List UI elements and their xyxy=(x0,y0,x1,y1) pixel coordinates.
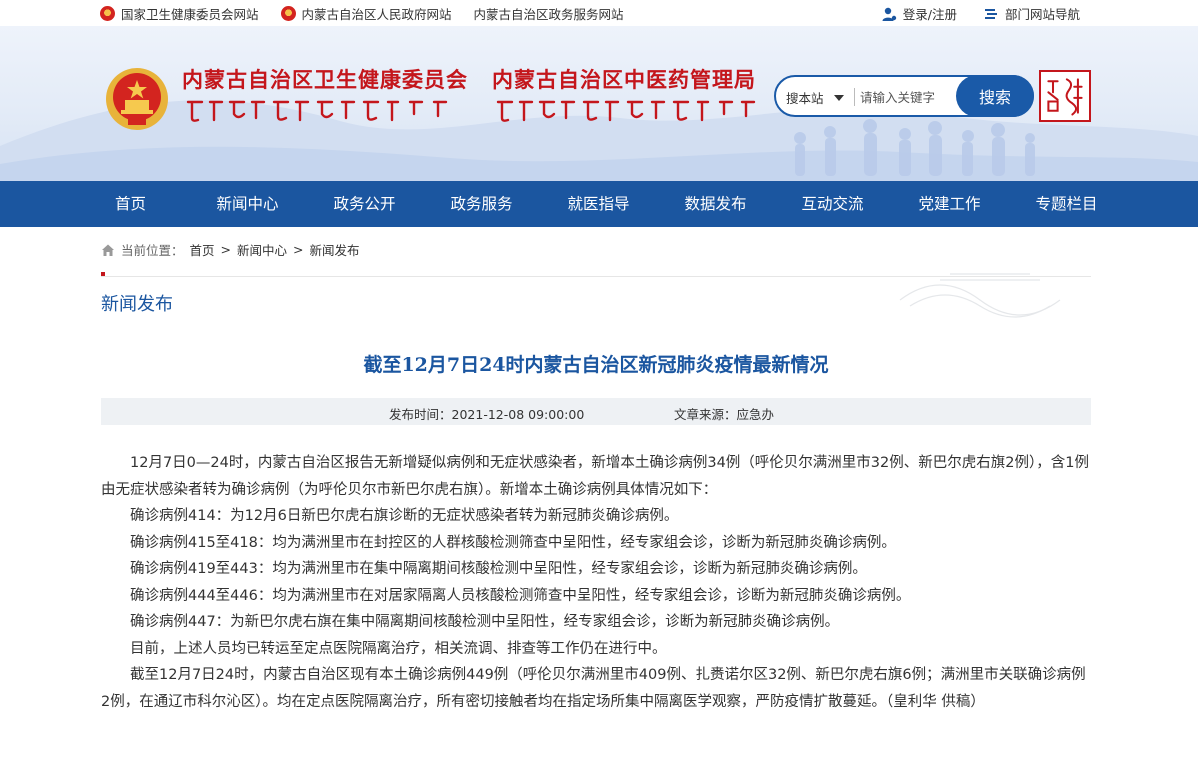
link-nmg-gov-label: 内蒙古自治区人民政府网站 xyxy=(301,7,452,22)
nav-item-interaction[interactable]: 互动交流 xyxy=(774,181,891,227)
breadcrumb-label: 当前位置： xyxy=(121,243,184,258)
header-banner: 内蒙古自治区卫生健康委员会 内蒙古自治区中医药管理局 搜本站 搜索 xyxy=(0,26,1198,181)
search-scope-select[interactable]: 搜本站 xyxy=(786,88,844,107)
article-paragraph: 确诊病例419至443：均为满洲里市在集中隔离期间核酸检测中呈阳性，经专家组会诊… xyxy=(130,561,867,577)
article-paragraph: 12月7日0—24时，内蒙古自治区报告无新增疑似病例和无症状感染者，新增本土确诊… xyxy=(101,455,1089,498)
decorative-pattern xyxy=(899,273,1061,318)
nav-item-gov-services[interactable]: 政务服务 xyxy=(423,181,540,227)
nav-item-news-center[interactable]: 新闻中心 xyxy=(189,181,306,227)
article-paragraph: 截至12月7日24时，内蒙古自治区现有本土确诊病例449例（呼伦贝尔满洲里市40… xyxy=(101,667,1086,710)
breadcrumb-separator: > xyxy=(293,242,304,257)
breadcrumb-home[interactable]: 首页 xyxy=(190,240,215,259)
source-label: 文章来源： xyxy=(674,407,737,422)
breadcrumb-news-release[interactable]: 新闻发布 xyxy=(310,240,360,259)
top-links-right: 登录/注册 部门网站导航 xyxy=(881,4,1080,23)
link-nmg-service[interactable]: 内蒙古自治区政务服务网站 xyxy=(474,4,624,23)
dept-nav-link[interactable]: 部门网站导航 xyxy=(983,4,1080,23)
main-nav: 首页 新闻中心 政务公开 政务服务 就医指导 数据发布 互动交流 党建工作 专题… xyxy=(0,181,1198,227)
site-search: 搜本站 搜索 xyxy=(774,75,1034,117)
nmg-seal-logo xyxy=(1039,70,1091,122)
mongolian-script-logo xyxy=(186,100,448,122)
article-paragraph: 确诊病例444至446：均为满洲里市在对居家隔离人员核酸检测筛查中呈阳性，经专家… xyxy=(130,587,911,604)
article-meta: 发布时间：2021-12-08 09:00:00 文章来源：应急办 xyxy=(101,398,1091,425)
org2-title: 内蒙古自治区中医药管理局 xyxy=(492,67,756,92)
search-button[interactable]: 搜索 xyxy=(956,75,1034,117)
national-emblem-icon xyxy=(280,6,296,21)
menu-icon xyxy=(984,8,997,19)
search-scope-label: 搜本站 xyxy=(786,91,824,106)
nav-item-gov-affairs[interactable]: 政务公开 xyxy=(306,181,423,227)
link-nmg-gov[interactable]: 内蒙古自治区人民政府网站 xyxy=(280,4,452,23)
nav-item-special-topics[interactable]: 专题栏目 xyxy=(1008,181,1125,227)
publish-time: 2021-12-08 09:00:00 xyxy=(451,407,585,422)
source-value: 应急办 xyxy=(736,407,775,422)
nav-item-medical-guide[interactable]: 就医指导 xyxy=(540,181,657,227)
nav-item-home[interactable]: 首页 xyxy=(72,181,189,227)
top-links-left: 国家卫生健康委员会网站 内蒙古自治区人民政府网站 内蒙古自治区政务服务网站 xyxy=(100,4,624,23)
nav-item-data-release[interactable]: 数据发布 xyxy=(657,181,774,227)
article-paragraph: 目前，上述人员均已转运至定点医院隔离治疗，相关流调、排查等工作仍在进行中。 xyxy=(130,640,667,657)
login-link[interactable]: 登录/注册 xyxy=(881,4,957,23)
article-paragraph: 确诊病例414：为12月6日新巴尔虎右旗诊断的无症状感染者转为新冠肺炎确诊病例。 xyxy=(130,508,679,524)
link-nhc[interactable]: 国家卫生健康委员会网站 xyxy=(100,4,259,23)
publish-label: 发布时间： xyxy=(389,407,452,422)
link-nhc-label: 国家卫生健康委员会网站 xyxy=(121,7,259,22)
article-content: 12月7日0—24时，内蒙古自治区报告无新增疑似病例和无症状感染者，新增本土确诊… xyxy=(101,450,1091,715)
article-paragraph: 确诊病例415至418：均为满洲里市在封控区的人群核酸检测筛查中呈阳性，经专家组… xyxy=(130,534,896,551)
mongolian-script-logo xyxy=(496,100,756,122)
national-emblem-logo xyxy=(106,68,168,130)
search-input[interactable] xyxy=(860,86,956,108)
article-paragraph: 确诊病例447：为新巴尔虎右旗在集中隔离期间核酸检测中呈阳性，经专家组会诊，诊断… xyxy=(130,614,840,630)
breadcrumb-news-center[interactable]: 新闻中心 xyxy=(237,240,287,259)
breadcrumb-separator: > xyxy=(220,242,232,257)
dept-nav-label: 部门网站导航 xyxy=(1004,7,1080,22)
breadcrumb: 当前位置： 首页 > 新闻中心 > 新闻发布 xyxy=(101,240,360,259)
publish-info: 发布时间：2021-12-08 09:00:00 xyxy=(389,404,584,423)
section-title: 新闻发布 xyxy=(101,294,173,315)
login-label: 登录/注册 xyxy=(902,7,957,22)
org1-title: 内蒙古自治区卫生健康委员会 xyxy=(182,67,468,92)
nav-item-party-building[interactable]: 党建工作 xyxy=(891,181,1008,227)
home-icon xyxy=(102,244,114,256)
source-info: 文章来源：应急办 xyxy=(674,404,774,423)
search-divider xyxy=(854,88,855,106)
user-icon xyxy=(882,7,896,21)
link-nmg-service-label: 内蒙古自治区政务服务网站 xyxy=(473,7,624,22)
article-title: 截至12月7日24时内蒙古自治区新冠肺炎疫情最新情况 xyxy=(363,354,829,376)
top-links-bar: 国家卫生健康委员会网站 内蒙古自治区人民政府网站 内蒙古自治区政务服务网站 登录… xyxy=(0,0,1198,26)
national-emblem-icon xyxy=(100,6,115,21)
chevron-down-icon xyxy=(833,94,844,101)
